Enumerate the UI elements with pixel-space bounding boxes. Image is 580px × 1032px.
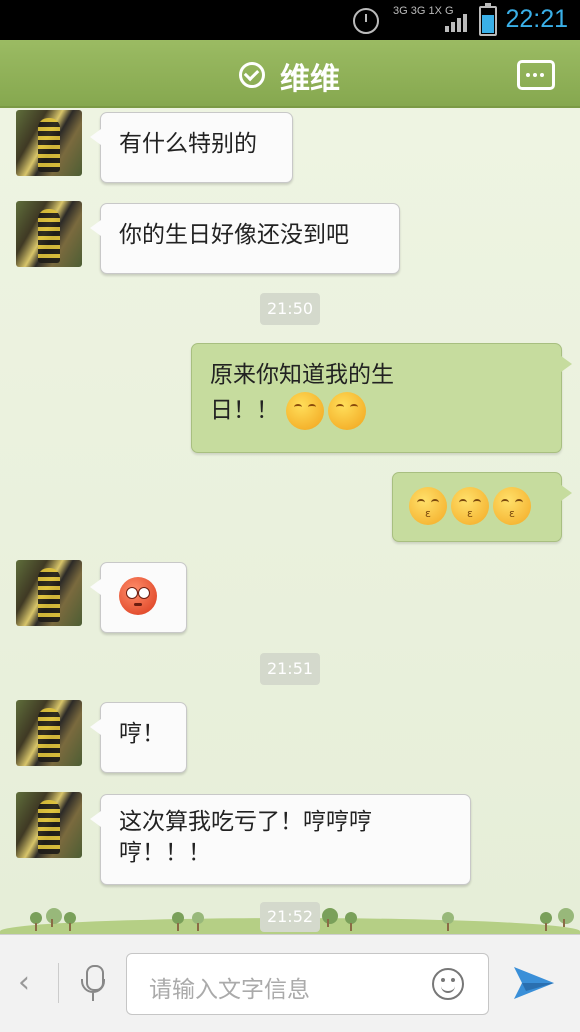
microphone-icon[interactable] [80, 965, 106, 1005]
contact-avatar[interactable] [16, 792, 82, 858]
incoming-message[interactable]: 你的生日好像还没到吧 [90, 203, 400, 274]
kiss-emoji: ε [451, 487, 489, 525]
send-icon[interactable] [512, 963, 556, 1003]
message-list[interactable]: 有什么特别的 你的生日好像还没到吧 21:50 原来你知道我的生 日！！ εεε… [0, 108, 580, 934]
clock: 22:21 [505, 5, 568, 33]
blush-emoji [286, 392, 325, 430]
status-bar: 3G 3G 1X G 22:21 [0, 0, 580, 40]
contact-name: 维维 [280, 62, 340, 97]
timestamp: 21:51 [260, 653, 320, 685]
message-text: 原来你知道我的生 [210, 362, 394, 388]
incoming-message[interactable]: 有什么特别的 [90, 112, 293, 183]
message-text: 日！！ [210, 397, 279, 424]
signal-icon [445, 12, 471, 32]
input-bar: ‹ 请输入文字信息 [0, 934, 580, 1032]
online-check-icon [239, 62, 265, 88]
message-text: 哼！！！ [119, 840, 211, 866]
message-text: 有什么特别的 [119, 131, 257, 157]
kiss-emoji: ε [493, 487, 531, 525]
kiss-emoji: ε [409, 487, 447, 525]
outgoing-message[interactable]: εεε [392, 472, 572, 542]
timestamp: 21:52 [260, 902, 320, 932]
contact-avatar[interactable] [16, 201, 82, 267]
input-placeholder: 请输入文字信息 [149, 977, 310, 1003]
incoming-message[interactable] [90, 562, 187, 633]
more-options-icon[interactable] [517, 60, 555, 90]
contact-avatar[interactable] [16, 700, 82, 766]
incoming-message[interactable]: 这次算我吃亏了！哼哼哼 哼！！！ [90, 794, 471, 885]
message-text: 这次算我吃亏了！哼哼哼 [119, 809, 372, 835]
contact-avatar[interactable] [16, 560, 82, 626]
emoji-picker-icon[interactable] [432, 968, 464, 1000]
divider [58, 963, 59, 1003]
flushed-emoji [119, 577, 157, 615]
incoming-message[interactable]: 哼！ [90, 702, 187, 773]
message-text: 哼！ [119, 721, 165, 747]
chat-header: 维维 [0, 40, 580, 108]
battery-icon [479, 3, 497, 36]
message-text: 你的生日好像还没到吧 [119, 222, 349, 248]
back-chevron-icon[interactable]: ‹ [18, 965, 30, 1000]
timestamp: 21:50 [260, 293, 320, 325]
blush-emoji [328, 392, 367, 430]
message-input[interactable]: 请输入文字信息 [126, 953, 489, 1015]
outgoing-message[interactable]: 原来你知道我的生 日！！ [191, 343, 572, 453]
contact-avatar[interactable] [16, 110, 82, 176]
alarm-icon [353, 8, 379, 34]
scenery-decoration: 21:52 [0, 890, 580, 934]
message-text-line: 日！！ [210, 392, 543, 430]
